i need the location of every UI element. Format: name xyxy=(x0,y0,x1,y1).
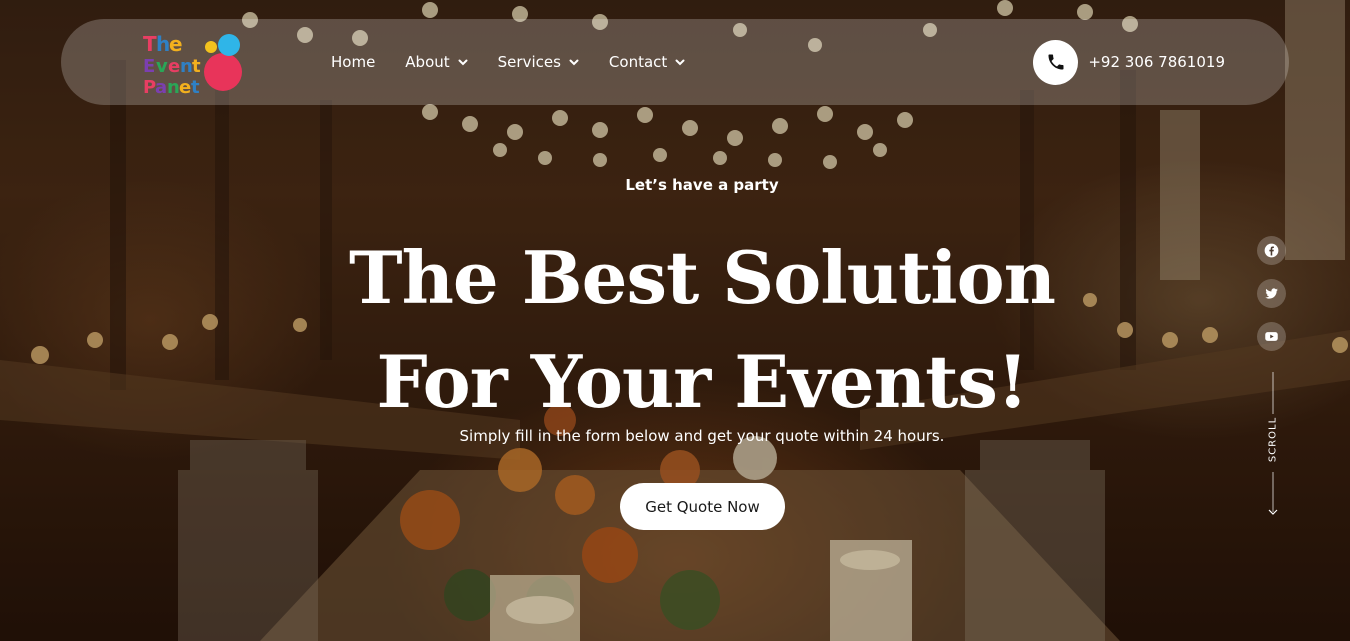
nav-services[interactable]: Services xyxy=(498,53,579,71)
twitter-icon xyxy=(1265,288,1278,299)
main-nav: Home About Services Contact xyxy=(331,19,715,105)
svg-text:n: n xyxy=(167,77,180,97)
nav-home[interactable]: Home xyxy=(331,53,375,71)
hero-eyebrow: Let’s have a party xyxy=(625,176,779,194)
phone-icon xyxy=(1048,54,1064,70)
nav-contact[interactable]: Contact xyxy=(609,53,685,71)
twitter-link[interactable] xyxy=(1257,279,1286,308)
chevron-down-icon xyxy=(675,59,685,66)
scroll-indicator[interactable]: SCROLL xyxy=(1263,372,1283,520)
svg-text:v: v xyxy=(156,56,168,77)
svg-text:e: e xyxy=(168,56,180,77)
hero-headline-line1: The Best Solution xyxy=(348,235,1056,320)
nav-contact-label: Contact xyxy=(608,53,668,71)
arrow-down-icon xyxy=(1268,509,1278,515)
youtube-link[interactable] xyxy=(1257,322,1286,351)
phone-number[interactable]: +92 306 7861019 xyxy=(1088,53,1225,71)
nav-about-label: About xyxy=(405,53,450,71)
svg-text:t: t xyxy=(191,77,200,97)
chevron-down-icon xyxy=(569,59,579,66)
youtube-icon xyxy=(1265,332,1278,341)
svg-text:n: n xyxy=(180,56,193,77)
svg-text:t: t xyxy=(192,56,201,77)
brand-logo[interactable]: T h e E v e n t P a n e t xyxy=(141,29,245,98)
nav-home-label: Home xyxy=(331,53,376,71)
svg-text:E: E xyxy=(143,56,155,77)
svg-text:e: e xyxy=(169,32,183,56)
svg-text:e: e xyxy=(179,77,191,97)
top-navbar: T h e E v e n t P a n e t Home About Ser… xyxy=(61,19,1289,105)
phone-button[interactable] xyxy=(1033,39,1079,85)
facebook-link[interactable] xyxy=(1257,236,1286,265)
hero-headline-line2: For Your Events! xyxy=(376,339,1029,424)
svg-text:T: T xyxy=(143,32,157,56)
chevron-down-icon xyxy=(458,59,468,66)
facebook-icon xyxy=(1264,243,1279,258)
scroll-label: SCROLL xyxy=(1267,416,1279,463)
hero-headline: The Best Solution For Your Events! xyxy=(0,226,1350,434)
phone-contact[interactable]: +92 306 7861019 xyxy=(1033,39,1225,85)
social-links xyxy=(1257,236,1286,365)
get-quote-button[interactable]: Get Quote Now xyxy=(620,483,785,530)
nav-about[interactable]: About xyxy=(405,53,468,71)
nav-services-label: Services xyxy=(497,53,561,71)
svg-text:a: a xyxy=(155,77,167,97)
hero-subline: Simply fill in the form below and get yo… xyxy=(459,427,945,445)
